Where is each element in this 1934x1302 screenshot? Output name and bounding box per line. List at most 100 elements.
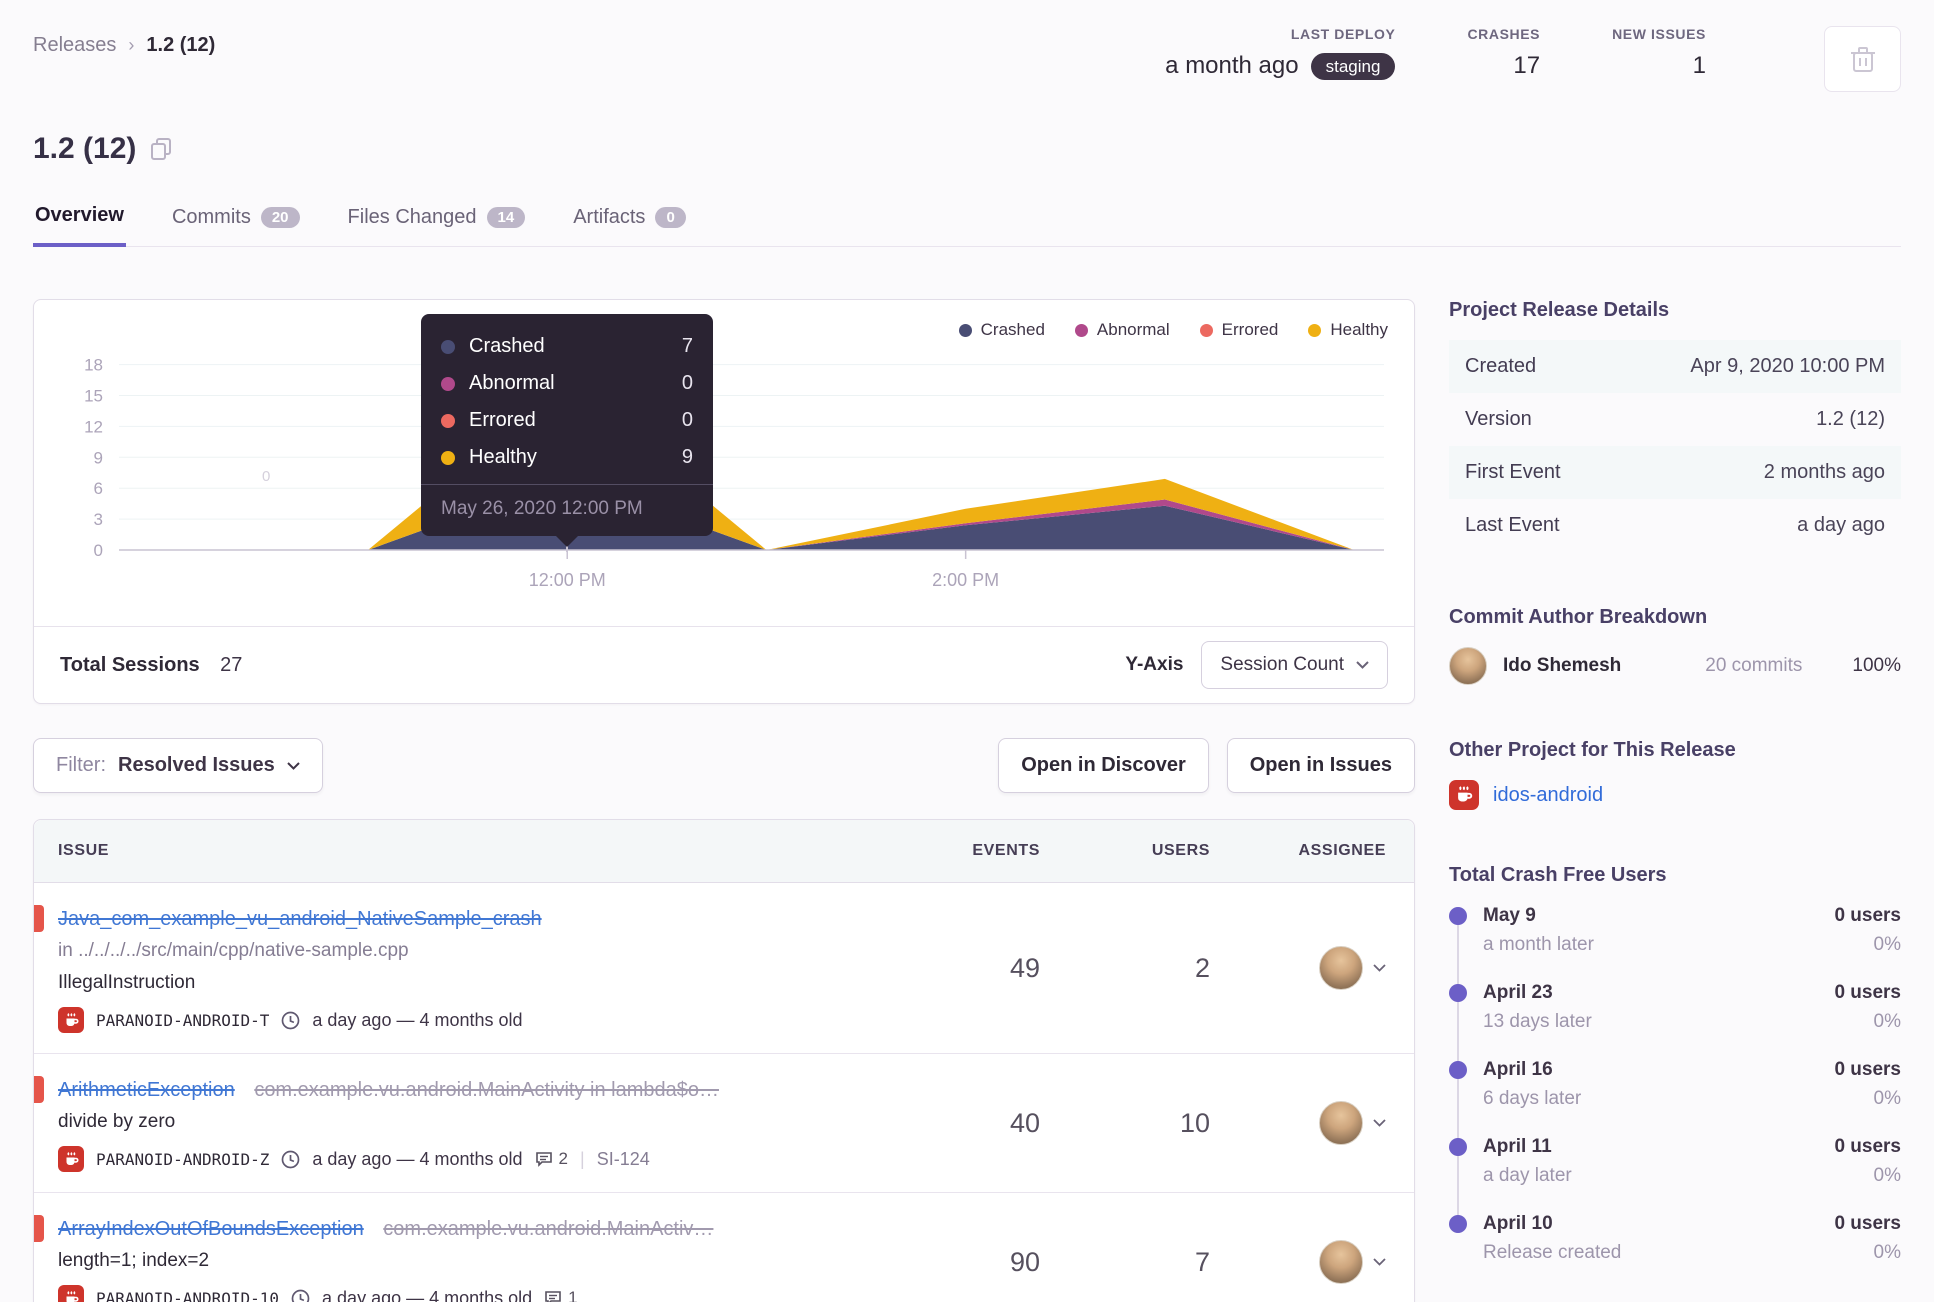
clock-icon	[282, 1150, 300, 1168]
chart-zero-label: 0	[262, 468, 271, 485]
issues-table-header: ISSUE EVENTS USERS ASSIGNEE	[34, 820, 1414, 883]
issue-age: a day ago — 4 months old	[322, 1287, 533, 1302]
stat-crashes: CRASHES 17	[1467, 26, 1540, 80]
sessions-chart[interactable]: Crashed Abnormal Errored Healthy 0 0 3 6 9 12 15…	[34, 300, 1414, 626]
tab-artifacts[interactable]: Artifacts 0	[571, 196, 688, 246]
entry-date: May 9	[1483, 905, 1536, 926]
svg-text:18: 18	[84, 356, 103, 375]
column-events: EVENTS	[972, 842, 1040, 859]
svg-text:15: 15	[84, 387, 103, 406]
issue-title-link[interactable]: ArithmeticException	[58, 1079, 235, 1101]
other-project-link[interactable]: idos-android	[1493, 784, 1603, 807]
section-heading: Other Project for This Release	[1449, 739, 1736, 761]
author-name: Ido Shemesh	[1503, 655, 1622, 676]
stacked-area-chart: 0 3 6 9 12 15 18 12:00 PM 2:00 PM	[84, 356, 1384, 590]
breadcrumb-current: 1.2 (12)	[146, 34, 216, 56]
chevron-down-icon	[1373, 1258, 1386, 1266]
table-row: ArithmeticException com.example.vu.andro…	[34, 1054, 1414, 1193]
issue-title-link[interactable]: Java_com_example_vu_android_NativeSample…	[58, 908, 542, 930]
entry-percent: 0%	[1873, 1165, 1901, 1186]
timeline-connector	[1457, 1150, 1459, 1221]
legend-item-abnormal[interactable]: Abnormal	[1074, 320, 1170, 340]
issue-users-count: 7	[1194, 1246, 1210, 1277]
new-issues-value: 1	[1692, 52, 1706, 79]
stat-last-deploy: LAST DEPLOY a month ago staging	[1165, 26, 1396, 80]
open-in-issues-button[interactable]: Open in Issues	[1226, 738, 1415, 793]
chevron-down-icon	[1373, 964, 1386, 972]
breadcrumb-releases-link[interactable]: Releases	[33, 34, 116, 57]
column-issue: ISSUE	[58, 842, 110, 859]
release-tabs: Overview Commits 20 Files Changed 14 Art…	[33, 196, 1901, 247]
entry-date: April 23	[1483, 982, 1553, 1003]
entry-note: 13 days later	[1483, 1011, 1592, 1032]
timeline-dot-icon	[1449, 907, 1467, 925]
entry-date: April 16	[1483, 1059, 1553, 1080]
crash-free-entry: April 16 6 days later 0 users 0%	[1449, 1059, 1901, 1144]
comments-count[interactable]: 1	[544, 1288, 578, 1302]
detail-row-last-event: Last Event a day ago	[1465, 514, 1885, 536]
legend-dot-icon	[1308, 323, 1322, 337]
author-commit-count: 20 commits	[1705, 655, 1803, 676]
timeline-dot-icon	[1449, 1215, 1467, 1233]
detail-row-version: Version 1.2 (12)	[1465, 408, 1885, 430]
y-axis-select[interactable]: Session Count	[1201, 641, 1388, 689]
copy-icon[interactable]	[150, 137, 172, 161]
crash-free-entry: April 23 13 days later 0 users 0%	[1449, 982, 1901, 1067]
svg-text:12: 12	[84, 417, 103, 436]
tab-overview[interactable]: Overview	[33, 196, 126, 247]
column-users: USERS	[1151, 842, 1210, 859]
issue-age: a day ago — 4 months old	[312, 1148, 523, 1169]
comments-count[interactable]: 2	[535, 1149, 568, 1169]
legend-item-crashed[interactable]: Crashed	[958, 320, 1045, 340]
chevron-down-icon	[287, 761, 300, 770]
assignee-dropdown[interactable]	[1210, 1240, 1390, 1284]
issue-events-count: 40	[1009, 1107, 1040, 1138]
comment-icon	[545, 1291, 561, 1302]
crash-free-entry: April 11 a day later 0 users 0%	[1449, 1136, 1901, 1221]
project-slug[interactable]: PARANOID-ANDROID-T	[96, 1011, 269, 1030]
project-slug[interactable]: PARANOID-ANDROID-Z	[96, 1150, 269, 1169]
entry-users: 0 users	[1834, 1059, 1901, 1080]
legend-item-healthy[interactable]: Healthy	[1308, 320, 1388, 340]
tab-files-changed[interactable]: Files Changed 14	[346, 196, 528, 246]
entry-users: 0 users	[1834, 905, 1901, 926]
java-project-icon	[1449, 780, 1479, 810]
project-slug[interactable]: PARANOID-ANDROID-10	[96, 1289, 279, 1302]
tab-commits[interactable]: Commits 20	[170, 196, 302, 246]
entry-note: a day later	[1483, 1165, 1572, 1186]
entry-users: 0 users	[1834, 982, 1901, 1003]
open-in-discover-button[interactable]: Open in Discover	[998, 738, 1209, 793]
timeline-connector	[1457, 996, 1459, 1067]
entry-note: 6 days later	[1483, 1088, 1582, 1109]
project-release-details-section: Project Release Details Created Apr 9, 2…	[1449, 299, 1901, 552]
entry-note: a month later	[1483, 934, 1594, 955]
series-dot-icon	[441, 339, 455, 354]
issue-title-link[interactable]: ArrayIndexOutOfBoundsException	[58, 1218, 364, 1240]
legend-item-errored[interactable]: Errored	[1199, 320, 1278, 340]
svg-text:3: 3	[94, 510, 103, 529]
total-sessions-label: Total Sessions	[60, 653, 200, 676]
issues-table: ISSUE EVENTS USERS ASSIGNEE Java_com_exa…	[33, 819, 1415, 1302]
issue-location: in ../../../../src/main/cpp/native-sampl…	[58, 940, 409, 961]
issue-users-count: 10	[1179, 1107, 1210, 1138]
legend-dot-icon	[958, 323, 972, 337]
breadcrumb: Releases › 1.2 (12)	[33, 26, 215, 57]
series-dot-icon	[441, 450, 455, 465]
section-heading: Total Crash Free Users	[1449, 864, 1667, 886]
commit-author-breakdown-section: Commit Author Breakdown Ido Shemesh 20 c…	[1449, 606, 1901, 685]
assignee-dropdown[interactable]	[1210, 1101, 1390, 1145]
avatar	[1319, 1240, 1363, 1284]
crash-free-entry: April 10 Release created 0 users 0%	[1449, 1213, 1901, 1264]
issue-short-id: SI-124	[596, 1148, 650, 1169]
chart-legend: Crashed Abnormal Errored Healthy	[958, 320, 1388, 340]
commits-count-badge: 20	[260, 206, 300, 228]
y-axis-label: Y-Axis	[1125, 654, 1184, 675]
section-heading: Project Release Details	[1449, 299, 1670, 321]
issue-culprit: divide by zero	[58, 1111, 176, 1132]
assignee-dropdown[interactable]	[1210, 946, 1390, 990]
timeline-connector	[1457, 1073, 1459, 1144]
issue-subtitle: com.example.vu.android.MainActivity in l…	[254, 1079, 719, 1101]
environment-badge: staging	[1310, 52, 1396, 80]
delete-release-button[interactable]	[1824, 26, 1901, 92]
issues-filter-dropdown[interactable]: Filter: Resolved Issues	[33, 738, 323, 793]
